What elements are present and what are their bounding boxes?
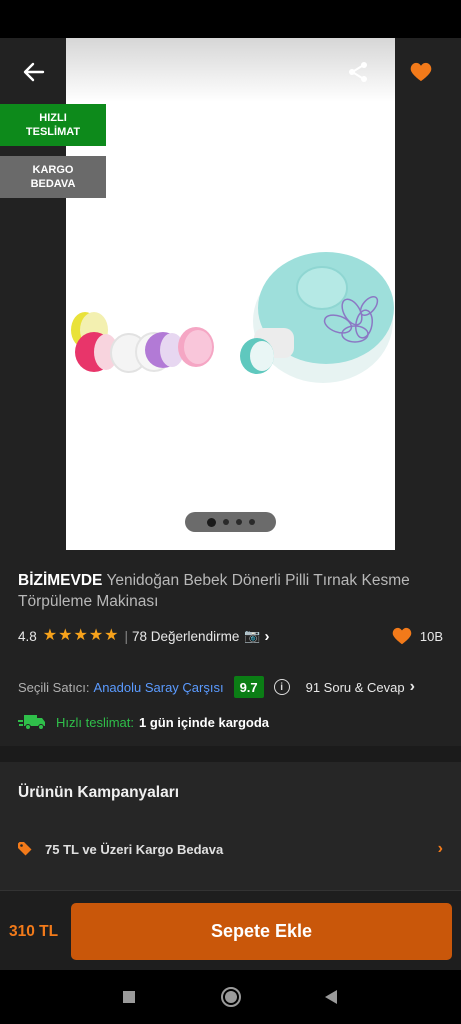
light-pink-file-face [184, 330, 212, 364]
qa-label: 91 Soru & Cevap [305, 679, 405, 695]
pagination-dot-1[interactable] [206, 517, 216, 527]
separator: | [124, 628, 129, 644]
square-icon [123, 991, 135, 1003]
product-gallery[interactable]: HIZLI TESLİMAT KARGO BEDAVA [0, 38, 461, 558]
rating-stars: ★ ★ ★ ★ ★ [43, 628, 119, 644]
campaigns-title: Ürünün Kampanyaları [18, 784, 180, 801]
device-file-rim [250, 341, 274, 371]
status-bar [0, 0, 461, 38]
heart-icon [410, 62, 432, 82]
rating-value: 4.8 [18, 628, 37, 644]
price: 310 TL [9, 923, 59, 940]
device-button [296, 266, 348, 310]
system-nav-bar [0, 970, 461, 1024]
reviews-link[interactable]: 78 Değerlendirme [132, 629, 239, 644]
product-photo [71, 252, 394, 383]
truck-icon [18, 715, 45, 730]
star-icon: ★ [88, 627, 104, 644]
back-triangle-icon [325, 990, 337, 1004]
seller-name-link[interactable]: Anadolu Saray Çarşısı [94, 680, 224, 695]
brand-name[interactable]: BİZİMEVDE [18, 572, 102, 589]
seller-row: Seçili Satıcı: Anadolu Saray Çarşısı 9.7… [18, 676, 443, 698]
free-cargo-badge: KARGO BEDAVA [0, 156, 106, 198]
pagination-dot-2[interactable] [222, 519, 229, 525]
pagination-dot-3[interactable] [235, 519, 242, 525]
campaign-item[interactable]: 75 TL ve Üzeri Kargo Bedava › [18, 838, 443, 860]
product-image[interactable] [66, 38, 395, 550]
favorite-count-value: 10B [419, 628, 443, 644]
delivery-row: Hızlı teslimat: 1 gün içinde kargoda [18, 712, 443, 732]
chevron-right-icon: › [264, 627, 270, 645]
add-to-cart-button[interactable]: Sepete Ekle [71, 903, 452, 960]
home-circle-icon [221, 987, 241, 1007]
tag-icon [18, 842, 32, 856]
fast-delivery-badge: HIZLI TESLİMAT [0, 104, 106, 146]
share-button[interactable] [342, 56, 374, 88]
campaigns-section: Ürünün Kampanyaları 75 TL ve Üzeri Kargo… [0, 762, 461, 890]
star-icon: ★ [42, 627, 58, 644]
pagination-dot-4[interactable] [248, 519, 255, 525]
info-icon[interactable]: i [273, 679, 290, 695]
chevron-right-icon: › [409, 678, 415, 695]
qa-link[interactable]: 91 Soru & Cevap › [306, 678, 415, 696]
chevron-right-icon: › [437, 840, 443, 857]
favorite-count[interactable]: 10B [392, 627, 443, 645]
back-nav-button[interactable] [318, 984, 344, 1010]
camera-icon: 📷 [244, 628, 261, 643]
section-divider [0, 746, 461, 762]
star-icon: ★ [104, 627, 119, 644]
seller-label: Seçili Satıcı: [18, 679, 90, 695]
heart-icon [392, 627, 412, 645]
delivery-label: Hızlı teslimat: [56, 714, 135, 730]
gallery-pagination[interactable] [185, 512, 276, 532]
back-button[interactable] [18, 56, 50, 88]
seller-score-badge: 9.7 [233, 676, 264, 698]
recents-button[interactable] [116, 984, 142, 1010]
bottom-action-bar: 310 TL Sepete Ekle [0, 890, 461, 970]
rating-row[interactable]: 4.8 ★ ★ ★ ★ ★ | 78 Değerlendirme 📷 › 10B [18, 626, 443, 646]
share-icon [349, 62, 367, 82]
product-title: BİZİMEVDE Yenidoğan Bebek Dönerli Pilli … [18, 570, 448, 612]
home-button[interactable] [218, 984, 244, 1010]
campaign-label: 75 TL ve Üzeri Kargo Bedava [45, 841, 224, 857]
delivery-text: 1 gün içinde kargoda [139, 714, 270, 730]
favorite-button[interactable] [404, 56, 438, 88]
star-icon: ★ [73, 627, 88, 644]
star-icon: ★ [58, 627, 73, 644]
back-arrow-icon [23, 62, 45, 82]
